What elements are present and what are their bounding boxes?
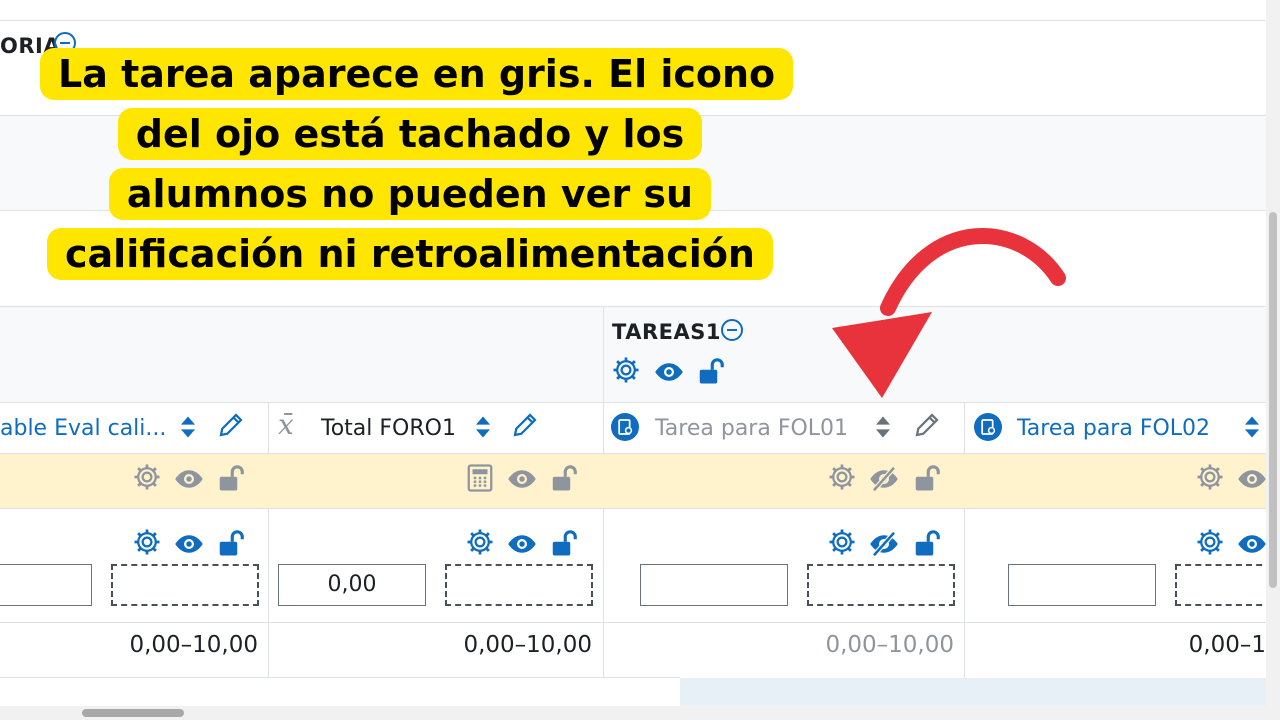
grade-input[interactable]: [640, 564, 788, 606]
column-divider: [964, 402, 965, 678]
unlock-icon[interactable]: [216, 463, 246, 493]
divider: [0, 622, 1266, 623]
gear-icon[interactable]: [611, 355, 641, 385]
gear-icon[interactable]: [132, 462, 162, 492]
divider: [0, 306, 1266, 307]
eye-icon[interactable]: [1237, 464, 1267, 494]
grade-input-total-foro1[interactable]: 0,00: [278, 564, 426, 606]
unlock-icon[interactable]: [549, 528, 579, 558]
sort-icon[interactable]: [869, 412, 897, 442]
feedback-input[interactable]: [111, 564, 259, 606]
eye-slash-icon[interactable]: [869, 529, 899, 559]
pencil-icon[interactable]: [216, 410, 246, 440]
vertical-scrollbar[interactable]: [1266, 0, 1280, 720]
feedback-input[interactable]: [445, 564, 593, 606]
unlock-icon[interactable]: [696, 356, 726, 386]
red-arrow-annotation: [832, 228, 1066, 398]
eye-icon[interactable]: [174, 464, 204, 494]
range-value: 0,00–10,00: [129, 632, 258, 658]
column-header-link[interactable]: Tarea para FOL02: [1017, 416, 1210, 441]
unlock-icon[interactable]: [216, 528, 246, 558]
horizontal-scrollbar[interactable]: [0, 706, 1266, 720]
scrollbar-thumb[interactable]: [82, 709, 184, 717]
column-header-total-foro1: Total FORO1: [321, 404, 456, 452]
eye-icon[interactable]: [507, 464, 537, 494]
sort-icon[interactable]: [1238, 412, 1266, 442]
scrollbar-thumb[interactable]: [1269, 212, 1277, 588]
eye-icon[interactable]: [174, 529, 204, 559]
divider: [0, 508, 1266, 509]
gear-icon[interactable]: [827, 527, 857, 557]
footer-band: [680, 678, 1266, 706]
range-value: 0,00–1: [1188, 632, 1266, 658]
column-header-tarea-fol02: Tarea para FOL02: [1017, 404, 1210, 452]
gear-icon[interactable]: [1195, 527, 1225, 557]
calculator-icon[interactable]: [465, 463, 495, 493]
eye-icon[interactable]: [654, 357, 684, 387]
divider: [0, 402, 1266, 403]
assignment-icon: [611, 413, 639, 441]
column-header-link[interactable]: able Eval cali...: [0, 416, 166, 441]
assignment-icon: [974, 413, 1002, 441]
eye-slash-icon[interactable]: [869, 464, 899, 494]
divider: [0, 20, 1266, 21]
gear-icon[interactable]: [465, 527, 495, 557]
column-divider: [268, 402, 269, 678]
grade-input[interactable]: [0, 564, 92, 606]
column-header-tarea-fol01: Tarea para FOL01: [655, 404, 848, 452]
grade-input[interactable]: [1008, 564, 1156, 606]
divider: [0, 677, 680, 678]
feedback-input[interactable]: [1175, 564, 1280, 606]
feedback-input[interactable]: [807, 564, 955, 606]
unlock-icon[interactable]: [912, 528, 942, 558]
eye-icon[interactable]: [1237, 529, 1267, 559]
callout-text: La tarea aparece en gris. El icono del o…: [40, 48, 794, 280]
gear-icon[interactable]: [1195, 462, 1225, 492]
instruction-callout: La tarea aparece en gris. El icono del o…: [40, 44, 794, 284]
x-bar-icon: x̄: [278, 408, 294, 441]
eye-icon[interactable]: [507, 529, 537, 559]
sort-icon[interactable]: [174, 412, 202, 442]
category-title-tareas1: TAREAS1: [612, 320, 721, 344]
range-value-hidden: 0,00–10,00: [825, 632, 954, 658]
gear-icon[interactable]: [132, 527, 162, 557]
pencil-icon[interactable]: [510, 410, 540, 440]
column-header-label[interactable]: Total FORO1: [321, 416, 456, 441]
pencil-icon[interactable]: [912, 410, 942, 440]
unlock-icon[interactable]: [549, 463, 579, 493]
column-header-label[interactable]: Tarea para FOL01: [655, 416, 848, 441]
collapse-minus-icon[interactable]: [721, 319, 743, 341]
sort-icon[interactable]: [469, 412, 497, 442]
gear-icon[interactable]: [827, 462, 857, 492]
range-value: 0,00–10,00: [463, 632, 592, 658]
unlock-icon[interactable]: [912, 463, 942, 493]
